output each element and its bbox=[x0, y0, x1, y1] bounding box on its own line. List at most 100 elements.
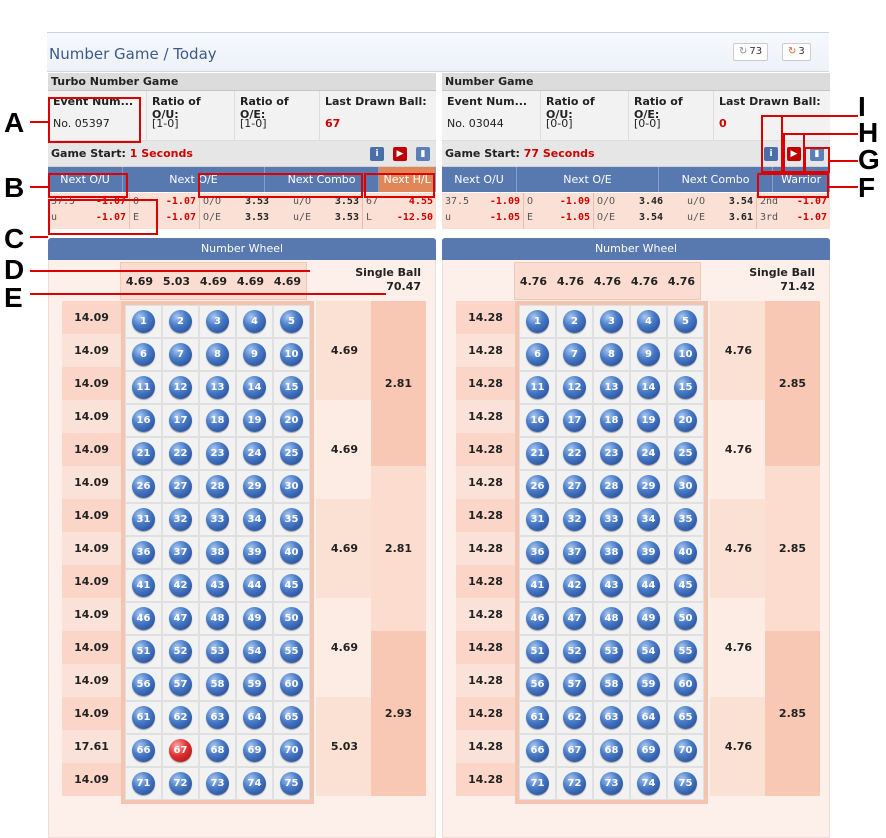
ball-47[interactable]: 47 bbox=[563, 607, 586, 630]
ball-cell[interactable]: 54 bbox=[630, 635, 667, 668]
ball-cell[interactable]: 39 bbox=[236, 536, 273, 569]
ball-cell[interactable]: 6 bbox=[519, 338, 556, 371]
ball-cell[interactable]: 1 bbox=[519, 305, 556, 338]
ball-70[interactable]: 70 bbox=[674, 739, 697, 762]
ball-cell[interactable]: 33 bbox=[593, 503, 630, 536]
ball-cell[interactable]: 2 bbox=[162, 305, 199, 338]
ball-55[interactable]: 55 bbox=[674, 640, 697, 663]
ball-cell[interactable]: 64 bbox=[630, 701, 667, 734]
ball-53[interactable]: 53 bbox=[600, 640, 623, 663]
ball-cell[interactable]: 35 bbox=[273, 503, 310, 536]
group-odds[interactable]: 4.69 bbox=[316, 301, 373, 400]
ball-cell[interactable]: 70 bbox=[667, 734, 704, 767]
ball-cell[interactable]: 25 bbox=[667, 437, 704, 470]
ball-4[interactable]: 4 bbox=[637, 310, 660, 333]
ball-cell[interactable]: 9 bbox=[630, 338, 667, 371]
refresh-button-1[interactable]: ↻ 73 bbox=[733, 43, 769, 61]
ball-cell[interactable]: 61 bbox=[125, 701, 162, 734]
ball-cell[interactable]: 41 bbox=[519, 569, 556, 602]
ball-50[interactable]: 50 bbox=[674, 607, 697, 630]
ball-cell[interactable]: 64 bbox=[236, 701, 273, 734]
ball-cell[interactable]: 8 bbox=[199, 338, 236, 371]
ball-4[interactable]: 4 bbox=[243, 310, 266, 333]
ball-20[interactable]: 20 bbox=[674, 409, 697, 432]
ball-61[interactable]: 61 bbox=[132, 706, 155, 729]
ball-41[interactable]: 41 bbox=[132, 574, 155, 597]
tab-3[interactable]: Next H/L bbox=[379, 167, 436, 192]
ball-cell[interactable]: 8 bbox=[593, 338, 630, 371]
ball-cell[interactable]: 1 bbox=[125, 305, 162, 338]
ball-2[interactable]: 2 bbox=[563, 310, 586, 333]
ball-cell[interactable]: 11 bbox=[519, 371, 556, 404]
ball-cell[interactable]: 56 bbox=[519, 668, 556, 701]
ball-46[interactable]: 46 bbox=[132, 607, 155, 630]
ball-10[interactable]: 10 bbox=[674, 343, 697, 366]
ball-5[interactable]: 5 bbox=[674, 310, 697, 333]
ball-cell[interactable]: 57 bbox=[556, 668, 593, 701]
ball-52[interactable]: 52 bbox=[563, 640, 586, 663]
column-odds[interactable]: 4.76 bbox=[515, 263, 552, 299]
ball-cell[interactable]: 55 bbox=[667, 635, 704, 668]
ball-cell[interactable]: 20 bbox=[667, 404, 704, 437]
ball-cell[interactable]: 20 bbox=[273, 404, 310, 437]
ball-28[interactable]: 28 bbox=[600, 475, 623, 498]
ball-28[interactable]: 28 bbox=[206, 475, 229, 498]
ball-42[interactable]: 42 bbox=[169, 574, 192, 597]
ball-cell[interactable]: 28 bbox=[593, 470, 630, 503]
group-odds[interactable]: 4.69 bbox=[316, 598, 373, 697]
ball-cell[interactable]: 55 bbox=[273, 635, 310, 668]
ball-cell[interactable]: 37 bbox=[556, 536, 593, 569]
ball-cell[interactable]: 27 bbox=[556, 470, 593, 503]
single-ball-odds[interactable]: 71.42 bbox=[743, 280, 815, 294]
ball-51[interactable]: 51 bbox=[132, 640, 155, 663]
play-icon[interactable]: ▶ bbox=[787, 147, 801, 161]
ball-22[interactable]: 22 bbox=[563, 442, 586, 465]
ball-cell[interactable]: 4 bbox=[236, 305, 273, 338]
ball-74[interactable]: 74 bbox=[243, 772, 266, 795]
ball-cell[interactable]: 65 bbox=[667, 701, 704, 734]
ball-16[interactable]: 16 bbox=[526, 409, 549, 432]
three-row-odds[interactable]: 2.85 bbox=[765, 301, 820, 466]
ball-6[interactable]: 6 bbox=[132, 343, 155, 366]
ball-5[interactable]: 5 bbox=[280, 310, 303, 333]
tab-1[interactable]: Next O/E bbox=[517, 167, 659, 192]
row-odds[interactable]: 14.09 bbox=[62, 334, 121, 367]
ball-71[interactable]: 71 bbox=[526, 772, 549, 795]
group-odds[interactable]: 4.76 bbox=[710, 301, 767, 400]
group-odds[interactable]: 4.76 bbox=[710, 499, 767, 598]
ball-cell[interactable]: 18 bbox=[199, 404, 236, 437]
ou-over-odds[interactable]: -1.07 bbox=[96, 194, 126, 210]
ball-68[interactable]: 68 bbox=[206, 739, 229, 762]
info-icon[interactable]: i bbox=[370, 147, 384, 161]
ball-16[interactable]: 16 bbox=[132, 409, 155, 432]
ball-1[interactable]: 1 bbox=[132, 310, 155, 333]
ball-cell[interactable]: 21 bbox=[125, 437, 162, 470]
ball-cell[interactable]: 36 bbox=[125, 536, 162, 569]
ball-cell[interactable]: 68 bbox=[593, 734, 630, 767]
ball-50[interactable]: 50 bbox=[280, 607, 303, 630]
ball-cell[interactable]: 27 bbox=[162, 470, 199, 503]
ball-21[interactable]: 21 bbox=[132, 442, 155, 465]
ball-cell[interactable]: 67 bbox=[162, 734, 199, 767]
ball-70[interactable]: 70 bbox=[280, 739, 303, 762]
ball-62[interactable]: 62 bbox=[169, 706, 192, 729]
ball-14[interactable]: 14 bbox=[243, 376, 266, 399]
ball-cell[interactable]: 69 bbox=[236, 734, 273, 767]
ball-cell[interactable]: 29 bbox=[236, 470, 273, 503]
row-odds[interactable]: 14.28 bbox=[456, 763, 515, 796]
row-odds[interactable]: 14.28 bbox=[456, 466, 515, 499]
ball-cell[interactable]: 51 bbox=[519, 635, 556, 668]
info-icon[interactable]: i bbox=[764, 147, 778, 161]
row-odds[interactable]: 14.09 bbox=[62, 664, 121, 697]
ball-cell[interactable]: 22 bbox=[162, 437, 199, 470]
ball-cell[interactable]: 33 bbox=[199, 503, 236, 536]
stats-icon[interactable]: ▮ bbox=[416, 147, 430, 161]
ball-57[interactable]: 57 bbox=[563, 673, 586, 696]
column-odds[interactable]: 4.76 bbox=[589, 263, 626, 299]
ball-cell[interactable]: 71 bbox=[519, 767, 556, 800]
ball-cell[interactable]: 41 bbox=[125, 569, 162, 602]
ball-cell[interactable]: 10 bbox=[667, 338, 704, 371]
ball-cell[interactable]: 9 bbox=[236, 338, 273, 371]
ball-45[interactable]: 45 bbox=[674, 574, 697, 597]
ball-cell[interactable]: 34 bbox=[630, 503, 667, 536]
